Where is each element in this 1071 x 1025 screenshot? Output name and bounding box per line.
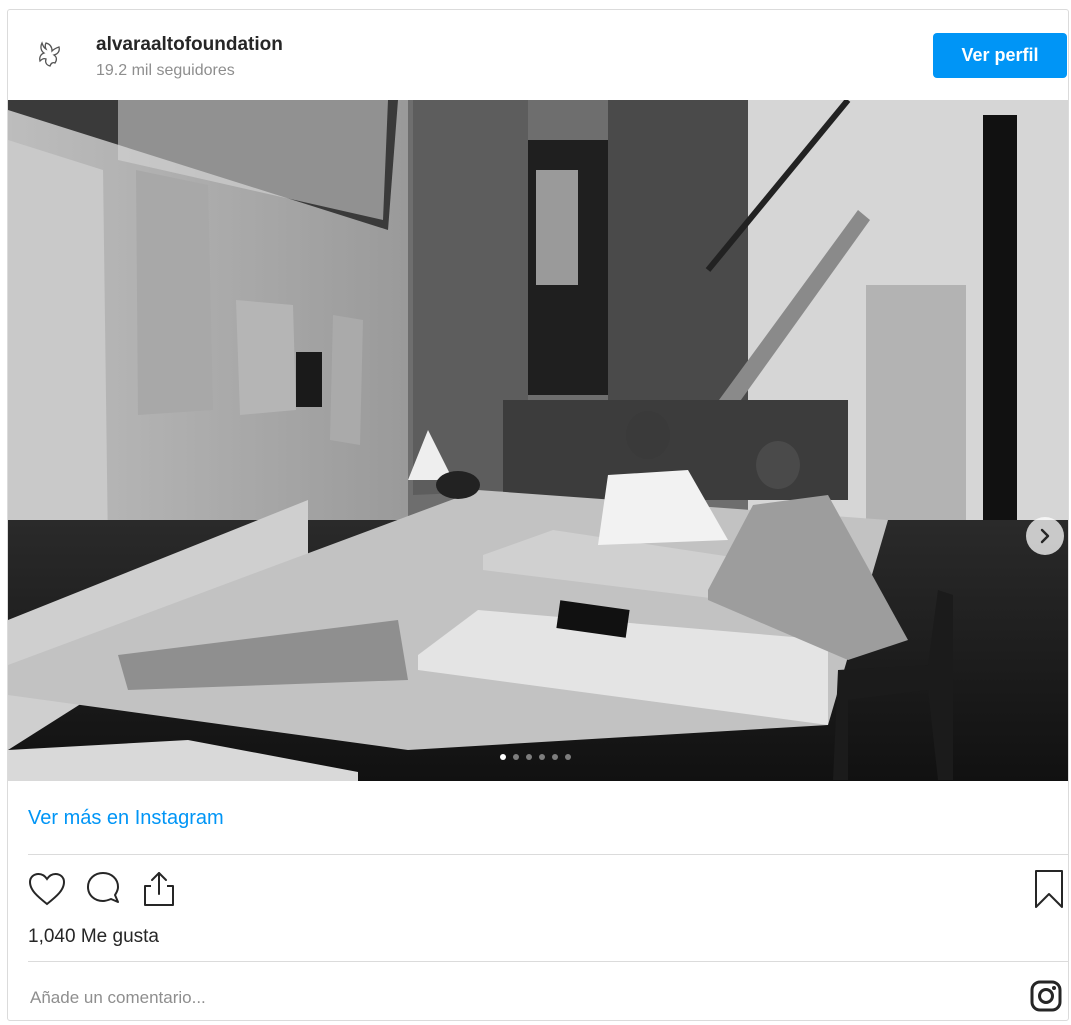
carousel-dot: [500, 754, 506, 760]
save-bookmark-button[interactable]: [1028, 868, 1068, 910]
carousel-indicator: [500, 754, 571, 764]
post-actions: [26, 868, 180, 912]
back-door: [866, 285, 966, 550]
carousel-dot: [552, 754, 558, 760]
person-woman-head: [626, 411, 670, 459]
carousel-dot: [539, 754, 545, 760]
carousel-dot: [513, 754, 519, 760]
comment-icon: [87, 872, 119, 903]
heart-icon: [28, 872, 66, 906]
share-icon: [144, 872, 174, 906]
account-username[interactable]: alvaraaltofoundation: [96, 34, 283, 56]
divider-bottom: [28, 961, 1068, 962]
wall-vent: [296, 352, 322, 407]
person-man-head: [756, 441, 800, 489]
photo-illustration: [8, 100, 1068, 781]
instagram-embed-card: alvaraaltofoundation 19.2 mil seguidores…: [7, 9, 1069, 1021]
carousel-dot: [526, 754, 532, 760]
lamp-dark: [436, 471, 480, 499]
divider-top: [28, 854, 1068, 855]
wall-map-left: [8, 140, 108, 580]
wall-paper-1: [136, 170, 213, 415]
carousel-next-button[interactable]: [1026, 517, 1064, 555]
share-button[interactable]: [138, 868, 180, 910]
wall-paper-2: [236, 300, 296, 415]
like-count: 1,040 Me gusta: [28, 926, 159, 947]
wall-paper-3: [330, 315, 363, 445]
see-more-on-instagram-link[interactable]: Ver más en Instagram: [28, 807, 224, 830]
view-profile-button[interactable]: Ver perfil: [933, 33, 1067, 78]
post-header: alvaraaltofoundation 19.2 mil seguidores…: [8, 10, 1068, 100]
carousel-dot: [565, 754, 571, 760]
bookmark-icon: [1035, 870, 1063, 908]
instagram-logo-icon[interactable]: [1028, 978, 1064, 1014]
door-window: [536, 170, 578, 285]
like-button[interactable]: [26, 868, 68, 910]
comment-input[interactable]: [28, 980, 992, 1016]
chevron-right-icon: [1040, 528, 1050, 544]
post-photo[interactable]: [8, 100, 1068, 781]
follower-count: 19.2 mil seguidores: [96, 62, 235, 79]
bird-logo-icon[interactable]: [28, 32, 72, 76]
comment-button[interactable]: [82, 868, 124, 910]
